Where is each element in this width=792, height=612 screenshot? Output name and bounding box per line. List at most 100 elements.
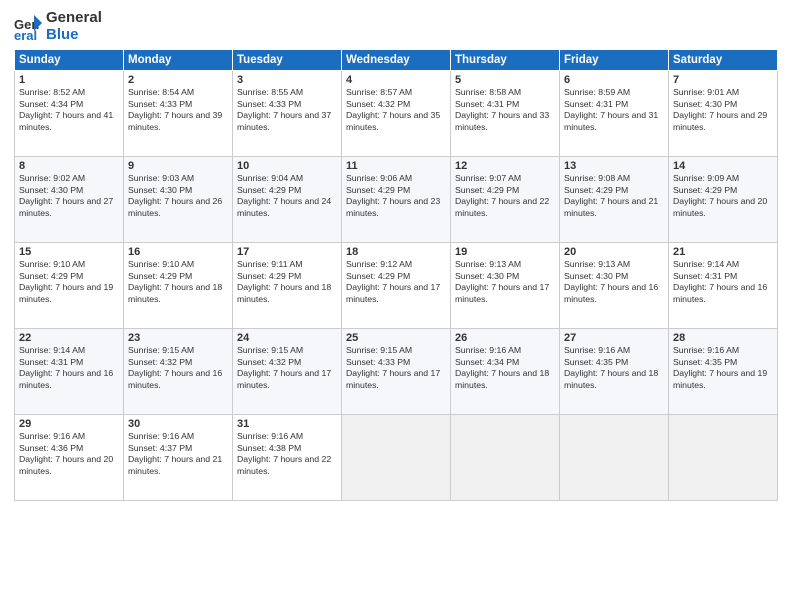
cell-content: Sunrise: 9:09 AMSunset: 4:29 PMDaylight:… — [673, 173, 767, 218]
day-cell: 20Sunrise: 9:13 AMSunset: 4:30 PMDayligh… — [560, 243, 669, 329]
logo: Gen eral General Blue — [14, 10, 102, 43]
day-number: 8 — [19, 160, 119, 172]
calendar-table: SundayMondayTuesdayWednesdayThursdayFrid… — [14, 49, 778, 501]
day-cell: 19Sunrise: 9:13 AMSunset: 4:30 PMDayligh… — [451, 243, 560, 329]
day-cell: 26Sunrise: 9:16 AMSunset: 4:34 PMDayligh… — [451, 329, 560, 415]
day-number: 16 — [128, 246, 228, 258]
day-cell: 16Sunrise: 9:10 AMSunset: 4:29 PMDayligh… — [124, 243, 233, 329]
cell-content: Sunrise: 9:15 AMSunset: 4:32 PMDaylight:… — [237, 345, 331, 390]
cell-content: Sunrise: 9:14 AMSunset: 4:31 PMDaylight:… — [673, 259, 767, 304]
day-number: 14 — [673, 160, 773, 172]
cell-content: Sunrise: 9:08 AMSunset: 4:29 PMDaylight:… — [564, 173, 658, 218]
day-cell: 28Sunrise: 9:16 AMSunset: 4:35 PMDayligh… — [669, 329, 778, 415]
day-number: 24 — [237, 332, 337, 344]
day-number: 27 — [564, 332, 664, 344]
cell-content: Sunrise: 9:14 AMSunset: 4:31 PMDaylight:… — [19, 345, 113, 390]
day-cell: 1Sunrise: 8:52 AMSunset: 4:34 PMDaylight… — [15, 71, 124, 157]
day-cell: 17Sunrise: 9:11 AMSunset: 4:29 PMDayligh… — [233, 243, 342, 329]
cell-content: Sunrise: 9:15 AMSunset: 4:32 PMDaylight:… — [128, 345, 222, 390]
cell-content: Sunrise: 9:16 AMSunset: 4:35 PMDaylight:… — [673, 345, 767, 390]
day-number: 19 — [455, 246, 555, 258]
day-number: 5 — [455, 74, 555, 86]
cell-content: Sunrise: 9:01 AMSunset: 4:30 PMDaylight:… — [673, 87, 767, 132]
weekday-header-row: SundayMondayTuesdayWednesdayThursdayFrid… — [15, 50, 778, 71]
day-number: 22 — [19, 332, 119, 344]
day-cell: 11Sunrise: 9:06 AMSunset: 4:29 PMDayligh… — [342, 157, 451, 243]
day-cell: 27Sunrise: 9:16 AMSunset: 4:35 PMDayligh… — [560, 329, 669, 415]
cell-content: Sunrise: 8:57 AMSunset: 4:32 PMDaylight:… — [346, 87, 440, 132]
day-number: 3 — [237, 74, 337, 86]
cell-content: Sunrise: 9:13 AMSunset: 4:30 PMDaylight:… — [564, 259, 658, 304]
cell-content: Sunrise: 9:15 AMSunset: 4:33 PMDaylight:… — [346, 345, 440, 390]
week-row-2: 8Sunrise: 9:02 AMSunset: 4:30 PMDaylight… — [15, 157, 778, 243]
cell-content: Sunrise: 9:16 AMSunset: 4:36 PMDaylight:… — [19, 431, 113, 476]
cell-content: Sunrise: 8:58 AMSunset: 4:31 PMDaylight:… — [455, 87, 549, 132]
cell-content: Sunrise: 9:03 AMSunset: 4:30 PMDaylight:… — [128, 173, 222, 218]
weekday-header-thursday: Thursday — [451, 50, 560, 71]
day-number: 10 — [237, 160, 337, 172]
day-cell: 29Sunrise: 9:16 AMSunset: 4:36 PMDayligh… — [15, 415, 124, 501]
day-cell: 12Sunrise: 9:07 AMSunset: 4:29 PMDayligh… — [451, 157, 560, 243]
day-number: 30 — [128, 418, 228, 430]
day-cell — [669, 415, 778, 501]
day-cell: 2Sunrise: 8:54 AMSunset: 4:33 PMDaylight… — [124, 71, 233, 157]
logo-line2: Blue — [46, 27, 102, 44]
cell-content: Sunrise: 9:06 AMSunset: 4:29 PMDaylight:… — [346, 173, 440, 218]
day-number: 4 — [346, 74, 446, 86]
week-row-3: 15Sunrise: 9:10 AMSunset: 4:29 PMDayligh… — [15, 243, 778, 329]
day-cell: 14Sunrise: 9:09 AMSunset: 4:29 PMDayligh… — [669, 157, 778, 243]
cell-content: Sunrise: 9:02 AMSunset: 4:30 PMDaylight:… — [19, 173, 113, 218]
day-cell: 31Sunrise: 9:16 AMSunset: 4:38 PMDayligh… — [233, 415, 342, 501]
day-cell: 8Sunrise: 9:02 AMSunset: 4:30 PMDaylight… — [15, 157, 124, 243]
cell-content: Sunrise: 9:04 AMSunset: 4:29 PMDaylight:… — [237, 173, 331, 218]
day-cell: 13Sunrise: 9:08 AMSunset: 4:29 PMDayligh… — [560, 157, 669, 243]
day-number: 13 — [564, 160, 664, 172]
day-cell: 3Sunrise: 8:55 AMSunset: 4:33 PMDaylight… — [233, 71, 342, 157]
day-cell: 9Sunrise: 9:03 AMSunset: 4:30 PMDaylight… — [124, 157, 233, 243]
weekday-header-tuesday: Tuesday — [233, 50, 342, 71]
day-cell: 24Sunrise: 9:15 AMSunset: 4:32 PMDayligh… — [233, 329, 342, 415]
day-cell: 23Sunrise: 9:15 AMSunset: 4:32 PMDayligh… — [124, 329, 233, 415]
day-number: 25 — [346, 332, 446, 344]
cell-content: Sunrise: 9:12 AMSunset: 4:29 PMDaylight:… — [346, 259, 440, 304]
cell-content: Sunrise: 9:16 AMSunset: 4:37 PMDaylight:… — [128, 431, 222, 476]
header: Gen eral General Blue — [14, 10, 778, 43]
day-number: 26 — [455, 332, 555, 344]
cell-content: Sunrise: 8:54 AMSunset: 4:33 PMDaylight:… — [128, 87, 222, 132]
day-number: 18 — [346, 246, 446, 258]
day-number: 17 — [237, 246, 337, 258]
cell-content: Sunrise: 9:07 AMSunset: 4:29 PMDaylight:… — [455, 173, 549, 218]
week-row-5: 29Sunrise: 9:16 AMSunset: 4:36 PMDayligh… — [15, 415, 778, 501]
day-cell: 10Sunrise: 9:04 AMSunset: 4:29 PMDayligh… — [233, 157, 342, 243]
logo-line1: General — [46, 10, 102, 27]
day-cell — [560, 415, 669, 501]
day-cell: 7Sunrise: 9:01 AMSunset: 4:30 PMDaylight… — [669, 71, 778, 157]
day-number: 21 — [673, 246, 773, 258]
day-number: 6 — [564, 74, 664, 86]
weekday-header-monday: Monday — [124, 50, 233, 71]
day-number: 2 — [128, 74, 228, 86]
weekday-header-wednesday: Wednesday — [342, 50, 451, 71]
week-row-1: 1Sunrise: 8:52 AMSunset: 4:34 PMDaylight… — [15, 71, 778, 157]
day-number: 12 — [455, 160, 555, 172]
logo-icon: Gen eral — [14, 13, 42, 41]
day-number: 29 — [19, 418, 119, 430]
day-number: 31 — [237, 418, 337, 430]
day-cell: 6Sunrise: 8:59 AMSunset: 4:31 PMDaylight… — [560, 71, 669, 157]
day-cell: 30Sunrise: 9:16 AMSunset: 4:37 PMDayligh… — [124, 415, 233, 501]
cell-content: Sunrise: 9:10 AMSunset: 4:29 PMDaylight:… — [19, 259, 113, 304]
day-cell: 21Sunrise: 9:14 AMSunset: 4:31 PMDayligh… — [669, 243, 778, 329]
day-cell: 15Sunrise: 9:10 AMSunset: 4:29 PMDayligh… — [15, 243, 124, 329]
day-cell — [342, 415, 451, 501]
day-number: 11 — [346, 160, 446, 172]
cell-content: Sunrise: 8:55 AMSunset: 4:33 PMDaylight:… — [237, 87, 331, 132]
cell-content: Sunrise: 8:59 AMSunset: 4:31 PMDaylight:… — [564, 87, 658, 132]
weekday-header-friday: Friday — [560, 50, 669, 71]
day-cell: 25Sunrise: 9:15 AMSunset: 4:33 PMDayligh… — [342, 329, 451, 415]
day-cell — [451, 415, 560, 501]
day-cell: 4Sunrise: 8:57 AMSunset: 4:32 PMDaylight… — [342, 71, 451, 157]
week-row-4: 22Sunrise: 9:14 AMSunset: 4:31 PMDayligh… — [15, 329, 778, 415]
day-number: 15 — [19, 246, 119, 258]
calendar-page: Gen eral General Blue SundayMondayTuesda… — [0, 0, 792, 612]
day-cell: 22Sunrise: 9:14 AMSunset: 4:31 PMDayligh… — [15, 329, 124, 415]
